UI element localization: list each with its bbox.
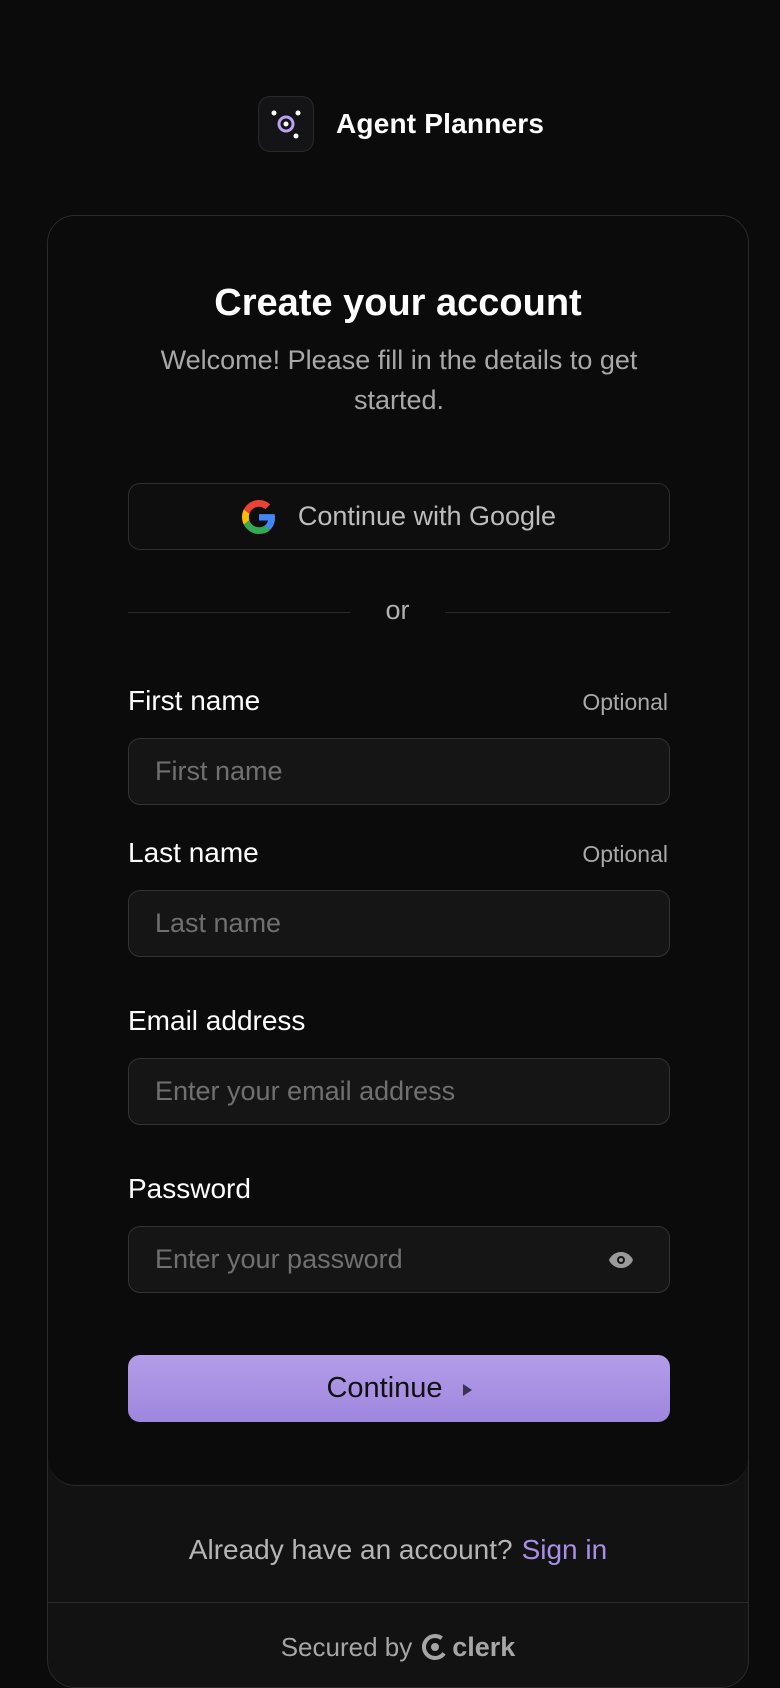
sign-in-prompt: Already have an account? Sign in — [48, 1497, 748, 1603]
first-name-label: First name — [128, 685, 261, 716]
clerk-logo-icon — [422, 1634, 449, 1660]
last-name-field[interactable] — [128, 890, 670, 957]
clerk-wordmark: clerk — [452, 1631, 516, 1662]
card-body: Create your account Welcome! Please fill… — [48, 216, 748, 1486]
password-input[interactable] — [129, 1227, 669, 1292]
google-button-label: Continue with Google — [297, 501, 557, 531]
brand-header: Agent Planners — [258, 96, 544, 152]
play-arrow-icon — [462, 1383, 472, 1396]
continue-with-google-button[interactable]: Continue with Google — [128, 483, 670, 550]
sign-in-prompt-text: Already have an account? — [188, 1533, 513, 1565]
orbit-logo-icon — [258, 96, 314, 152]
secured-by-text: Secured by — [280, 1631, 413, 1662]
brand-name: Agent Planners — [336, 108, 545, 139]
first-name-field[interactable] — [128, 738, 670, 805]
sign-up-page: Agent Planners Create your account Welco… — [0, 0, 780, 1688]
sign-up-card: Create your account Welcome! Please fill… — [47, 215, 749, 1688]
first-name-optional: Optional — [582, 689, 668, 715]
email-input[interactable] — [129, 1059, 669, 1124]
email-label: Email address — [128, 1005, 306, 1036]
divider-right — [445, 612, 670, 613]
card-title: Create your account — [214, 282, 582, 324]
last-name-label: Last name — [128, 837, 259, 868]
continue-button-label: Continue — [326, 1372, 443, 1404]
last-name-optional: Optional — [582, 841, 668, 867]
google-icon — [241, 499, 275, 534]
eye-icon — [609, 1252, 633, 1268]
password-label: Password — [128, 1173, 251, 1204]
password-field[interactable] — [128, 1226, 670, 1293]
sign-in-link[interactable]: Sign in — [522, 1534, 608, 1566]
email-field[interactable] — [128, 1058, 670, 1125]
first-name-input[interactable] — [129, 739, 669, 804]
last-name-input[interactable] — [129, 891, 669, 956]
divider-left — [128, 612, 350, 613]
clerk-logo: clerk — [422, 1632, 515, 1663]
card-subtitle: Welcome! Please fill in the details to g… — [160, 345, 638, 415]
divider-or: or — [385, 595, 410, 625]
continue-button[interactable]: Continue — [128, 1355, 670, 1422]
show-password-toggle[interactable] — [607, 1248, 635, 1272]
secured-by-footer: Secured by clerk — [48, 1604, 748, 1687]
